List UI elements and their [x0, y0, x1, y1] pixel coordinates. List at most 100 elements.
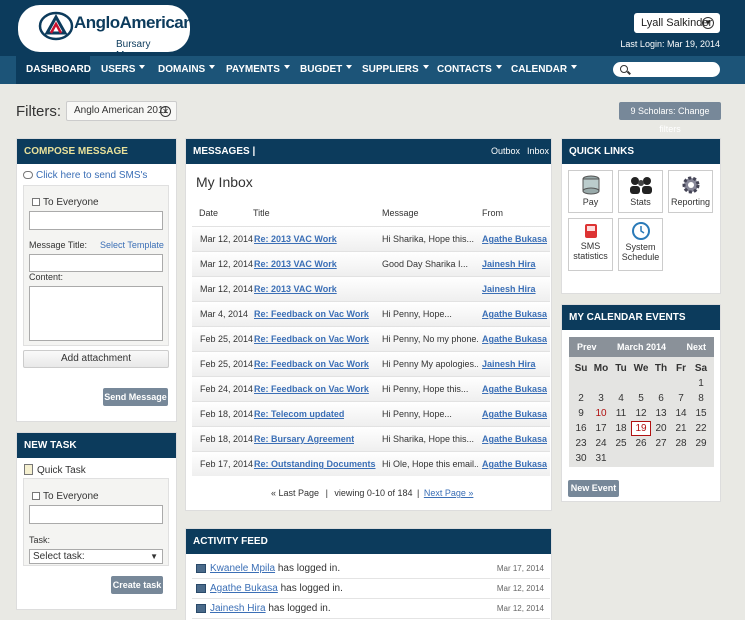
calendar-day[interactable]: 11: [611, 406, 631, 421]
table-row[interactable]: Feb 18, 2014 Re: Bursary Agreement Hi Sh…: [192, 426, 550, 451]
table-row[interactable]: Mar 12, 2014 Re: 2013 VAC Work Good Day …: [192, 251, 550, 276]
calendar-day[interactable]: 27: [651, 436, 671, 451]
to-everyone-checkbox[interactable]: To Everyone: [32, 197, 99, 208]
calendar-day[interactable]: 30: [571, 451, 591, 466]
add-attachment-button[interactable]: Add attachment: [23, 350, 169, 368]
table-row[interactable]: Feb 25, 2014 Re: Feedback on Vac Work Hi…: [192, 351, 550, 376]
message-title-link[interactable]: Re: 2013 VAC Work: [254, 227, 337, 252]
search-input[interactable]: [631, 63, 716, 76]
calendar-day[interactable]: 21: [671, 421, 691, 436]
calendar-day[interactable]: 23: [571, 436, 591, 451]
nav-item-dashboard[interactable]: DASHBOARD: [16, 56, 91, 84]
send-message-button[interactable]: Send Message: [103, 388, 168, 406]
calendar-day[interactable]: 10: [591, 406, 611, 421]
checkbox[interactable]: [32, 492, 40, 500]
message-from-link[interactable]: Agathe Bukasa: [482, 227, 547, 252]
calendar-day[interactable]: 12: [631, 406, 651, 421]
next-page-link[interactable]: Next Page »: [424, 488, 474, 498]
message-title-link[interactable]: Re: Outstanding Documents: [254, 452, 376, 477]
nav-item-users[interactable]: USERS: [101, 56, 146, 84]
message-from-link[interactable]: Agathe Bukasa: [482, 452, 547, 477]
create-task-button[interactable]: Create task: [111, 576, 163, 594]
message-title-link[interactable]: Re: Feedback on Vac Work: [254, 377, 369, 402]
calendar-day[interactable]: 24: [591, 436, 611, 451]
task-recipient-input[interactable]: [29, 505, 163, 524]
quick-link-system-schedule[interactable]: System Schedule: [618, 218, 663, 271]
search-box[interactable]: [613, 62, 720, 77]
message-from-link[interactable]: Agathe Bukasa: [482, 402, 547, 427]
table-row[interactable]: Feb 24, 2014 Re: Feedback on Vac Work Hi…: [192, 376, 550, 401]
new-event-button[interactable]: New Event: [568, 480, 619, 497]
select-template-link[interactable]: Select Template: [100, 240, 164, 250]
calendar-day[interactable]: 16: [571, 421, 591, 436]
calendar-day[interactable]: 9: [571, 406, 591, 421]
calendar-day[interactable]: 31: [591, 451, 611, 466]
nav-item-calendar[interactable]: CALENDAR: [511, 56, 578, 84]
message-title-link[interactable]: Re: Feedback on Vac Work: [254, 327, 369, 352]
calendar-day[interactable]: 17: [591, 421, 611, 436]
close-icon[interactable]: ✕: [160, 106, 171, 117]
activity-user-link[interactable]: Kwanele Mpila: [210, 563, 275, 574]
message-title-link[interactable]: Re: Feedback on Vac Work: [254, 352, 369, 377]
last-page-link[interactable]: « Last Page: [271, 488, 319, 498]
user-menu-button[interactable]: Lyall Salkinder ▼: [634, 13, 720, 33]
nav-item-domains[interactable]: DOMAINS: [158, 56, 216, 84]
activity-user-link[interactable]: Jainesh Hira: [210, 603, 266, 614]
calendar-day[interactable]: 28: [671, 436, 691, 451]
calendar-day[interactable]: 1: [691, 376, 711, 391]
outbox-tab[interactable]: Outbox: [491, 139, 520, 164]
task-select[interactable]: Select task: ▼: [29, 549, 163, 564]
message-title-link[interactable]: Re: Telecom updated: [254, 402, 344, 427]
message-title-link[interactable]: Re: Feedback on Vac Work: [254, 302, 369, 327]
quick-link-stats[interactable]: Stats: [618, 170, 663, 213]
quick-link-pay[interactable]: Pay: [568, 170, 613, 213]
calendar-day[interactable]: 18: [611, 421, 631, 436]
table-row[interactable]: Mar 12, 2014 Re: 2013 VAC Work Jainesh H…: [192, 276, 550, 301]
message-from-link[interactable]: Jainesh Hira: [482, 352, 536, 377]
nav-item-suppliers[interactable]: SUPPLIERS: [362, 56, 429, 84]
quick-link-reporting[interactable]: Reporting: [668, 170, 713, 213]
message-title-link[interactable]: Re: Bursary Agreement: [254, 427, 354, 452]
calendar-day[interactable]: 4: [611, 391, 631, 406]
table-row[interactable]: Mar 12, 2014 Re: 2013 VAC Work Hi Sharik…: [192, 226, 550, 251]
calendar-day[interactable]: 13: [651, 406, 671, 421]
brand-logo[interactable]: AngloAmerican Bursary Manager: [18, 5, 194, 61]
sms-link[interactable]: Click here to send SMS's: [23, 170, 147, 181]
inbox-tab[interactable]: Inbox: [527, 139, 549, 164]
content-textarea[interactable]: [29, 286, 163, 341]
calendar-day[interactable]: 20: [651, 421, 671, 436]
checkbox[interactable]: [32, 198, 40, 206]
table-row[interactable]: Feb 18, 2014 Re: Telecom updated Hi Penn…: [192, 401, 550, 426]
calendar-day[interactable]: 14: [671, 406, 691, 421]
calendar-day[interactable]: 7: [671, 391, 691, 406]
calendar-day[interactable]: 5: [631, 391, 651, 406]
message-title-link[interactable]: Re: 2013 VAC Work: [254, 277, 337, 302]
task-to-everyone-checkbox[interactable]: To Everyone: [32, 491, 99, 502]
calendar-day[interactable]: 22: [691, 421, 711, 436]
calendar-day[interactable]: 3: [591, 391, 611, 406]
recipient-input[interactable]: [29, 211, 163, 230]
calendar-day[interactable]: 8: [691, 391, 711, 406]
calendar-day[interactable]: 15: [691, 406, 711, 421]
message-title-input[interactable]: [29, 254, 163, 272]
calendar-day[interactable]: 29: [691, 436, 711, 451]
activity-user-link[interactable]: Agathe Bukasa: [210, 583, 278, 594]
message-from-link[interactable]: Agathe Bukasa: [482, 377, 547, 402]
message-title-link[interactable]: Re: 2013 VAC Work: [254, 252, 337, 277]
calendar-day[interactable]: 26: [631, 436, 651, 451]
calendar-day[interactable]: 6: [651, 391, 671, 406]
message-from-link[interactable]: Agathe Bukasa: [482, 302, 547, 327]
calendar-next-button[interactable]: Next: [686, 337, 706, 357]
message-from-link[interactable]: Jainesh Hira: [482, 277, 536, 302]
calendar-day[interactable]: 19: [631, 421, 651, 436]
calendar-day[interactable]: 2: [571, 391, 591, 406]
nav-item-budget[interactable]: BUGDET: [300, 56, 353, 84]
message-from-link[interactable]: Jainesh Hira: [482, 252, 536, 277]
nav-item-payments[interactable]: PAYMENTS: [226, 56, 290, 84]
table-row[interactable]: Feb 17, 2014 Re: Outstanding Documents H…: [192, 451, 550, 476]
nav-item-contacts[interactable]: CONTACTS: [437, 56, 502, 84]
message-from-link[interactable]: Agathe Bukasa: [482, 327, 547, 352]
change-filters-button[interactable]: 9 Scholars: Change filters: [619, 102, 721, 134]
table-row[interactable]: Mar 4, 2014 Re: Feedback on Vac Work Hi …: [192, 301, 550, 326]
table-row[interactable]: Feb 25, 2014 Re: Feedback on Vac Work Hi…: [192, 326, 550, 351]
